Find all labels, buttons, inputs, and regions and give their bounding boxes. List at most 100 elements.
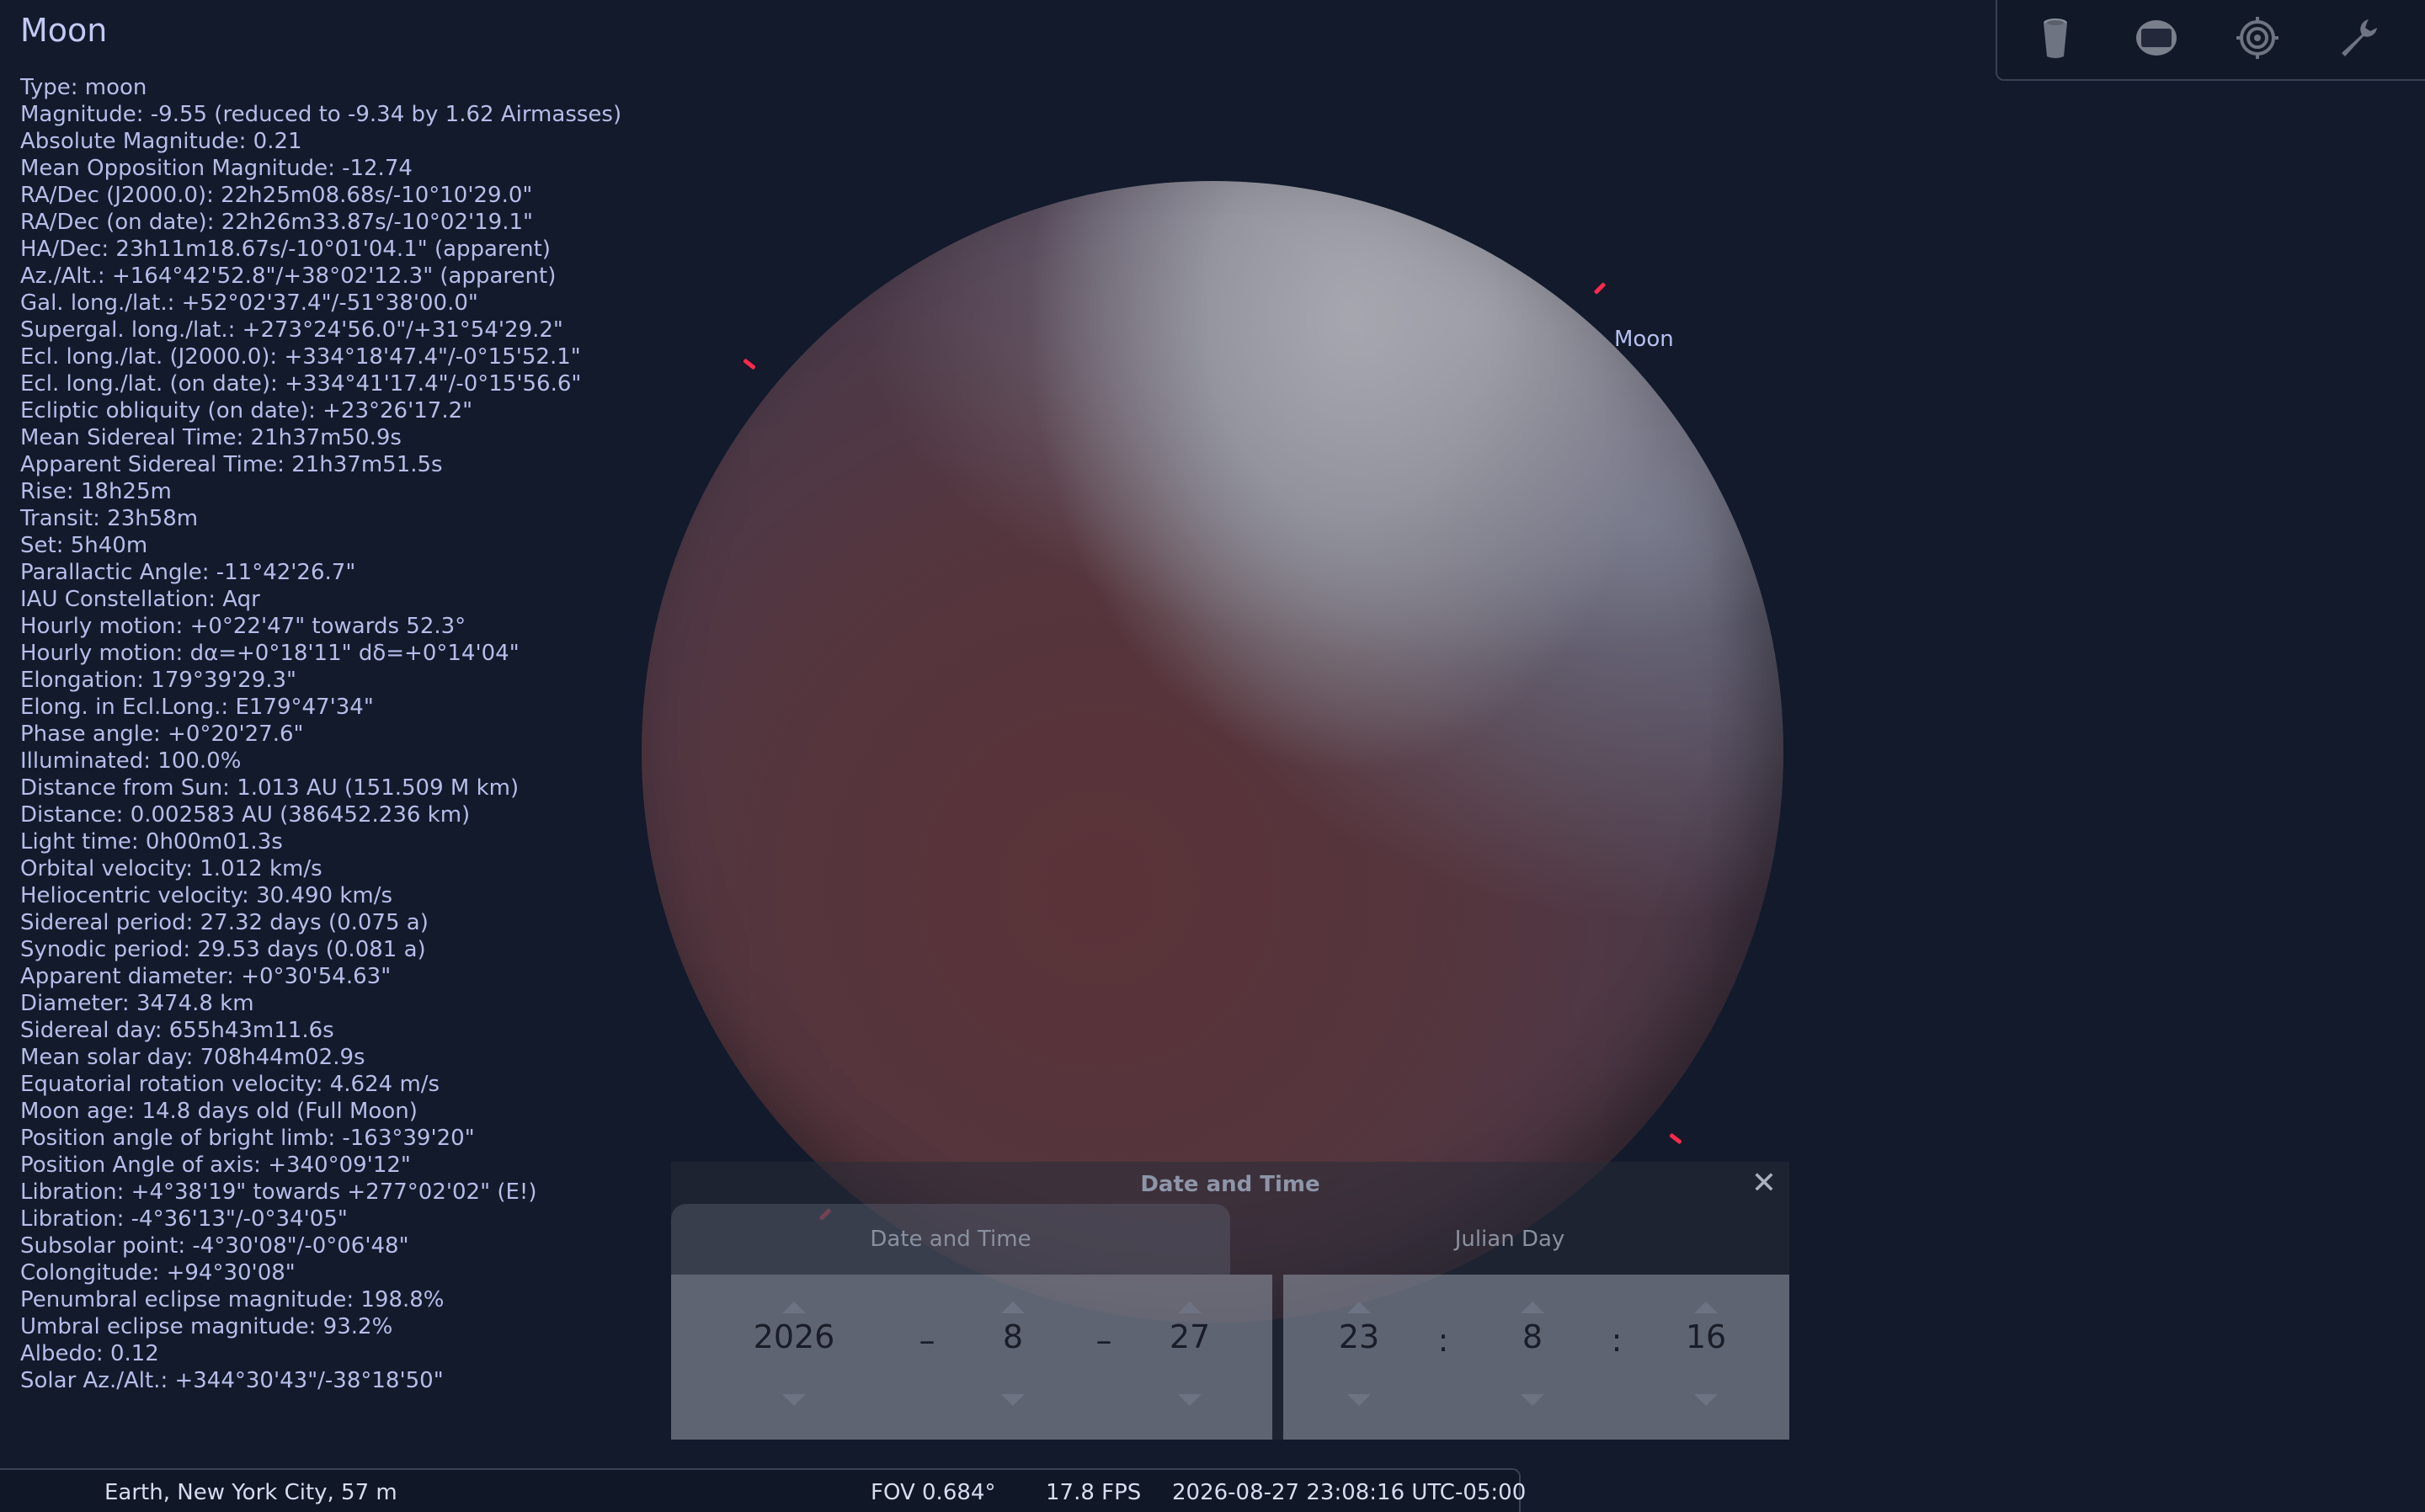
- info-line: Az./Alt.: +164°42'52.8"/+38°02'12.3" (ap…: [20, 264, 557, 289]
- time-separator: :: [1437, 1322, 1449, 1359]
- info-line: Absolute Magnitude: 0.21: [20, 129, 302, 154]
- info-line: Orbital velocity: 1.012 km/s: [20, 856, 322, 881]
- info-line: Hourly motion: +0°22'47" towards 52.3°: [20, 614, 466, 639]
- info-line: Subsolar point: -4°30'08"/-0°06'48": [20, 1233, 409, 1259]
- hour-spinner[interactable]: 23: [1317, 1275, 1401, 1440]
- info-line: Rise: 18h25m: [20, 479, 172, 504]
- second-value[interactable]: 16: [1664, 1318, 1748, 1355]
- info-line: Penumbral eclipse magnitude: 198.8%: [20, 1287, 445, 1312]
- info-line: Magnitude: -9.55 (reduced to -9.34 by 1.…: [20, 102, 622, 127]
- date-time-dialog: Date and Time ✕ Date and Time Julian Day…: [671, 1162, 1789, 1440]
- info-line: Elongation: 179°39'29.3": [20, 668, 297, 693]
- info-line: RA/Dec (J2000.0): 22h25m08.68s/-10°10'29…: [20, 183, 533, 208]
- object-title: Moon: [20, 12, 108, 49]
- date-spinners: 2026 – 8 – 27: [671, 1275, 1272, 1440]
- info-line: Ecl. long./lat. (on date): +334°41'17.4"…: [20, 371, 582, 397]
- info-line: Colongitude: +94°30'08": [20, 1260, 296, 1286]
- increment-arrow-icon[interactable]: [1001, 1302, 1025, 1313]
- info-line: Moon age: 14.8 days old (Full Moon): [20, 1099, 418, 1124]
- wrench-icon[interactable]: [2332, 12, 2385, 64]
- info-line: Solar Az./Alt.: +344°30'43"/-38°18'50": [20, 1368, 444, 1393]
- status-bar: Earth, New York City, 57 m FOV 0.684° 17…: [0, 1468, 1526, 1512]
- decrement-arrow-icon[interactable]: [1178, 1394, 1202, 1406]
- selection-marker: [743, 358, 756, 370]
- top-toolbar: [1996, 0, 2425, 81]
- selection-marker: [1593, 282, 1607, 295]
- minute-spinner[interactable]: 8: [1490, 1275, 1575, 1440]
- info-line: Gal. long./lat.: +52°02'37.4"/-51°38'00.…: [20, 290, 478, 316]
- info-line: Type: moon: [20, 75, 147, 100]
- decrement-arrow-icon[interactable]: [782, 1394, 806, 1406]
- month-spinner[interactable]: 8: [971, 1275, 1055, 1440]
- day-value[interactable]: 27: [1148, 1318, 1232, 1355]
- increment-arrow-icon[interactable]: [1347, 1302, 1371, 1313]
- increment-arrow-icon[interactable]: [1521, 1302, 1544, 1313]
- tab-julian-day[interactable]: Julian Day: [1230, 1204, 1789, 1275]
- object-info-list: Type: moon Magnitude: -9.55 (reduced to -…: [20, 74, 621, 1394]
- info-line: RA/Dec (on date): 22h26m33.87s/-10°02'19…: [20, 210, 533, 235]
- moon-disk[interactable]: [642, 181, 1783, 1323]
- info-line: Mean Opposition Magnitude: -12.74: [20, 156, 413, 181]
- increment-arrow-icon[interactable]: [1694, 1302, 1718, 1313]
- info-line: Apparent diameter: +0°30'54.63": [20, 964, 392, 989]
- close-icon[interactable]: ✕: [1749, 1169, 1779, 1199]
- info-line: Libration: +4°38'19" towards +277°02'02"…: [20, 1179, 537, 1205]
- info-line: Diameter: 3474.8 km: [20, 991, 254, 1016]
- target-icon[interactable]: [2231, 12, 2284, 64]
- info-line: Apparent Sidereal Time: 21h37m51.5s: [20, 452, 443, 477]
- info-line: Libration: -4°36'13"/-0°34'05": [20, 1206, 348, 1232]
- bin-icon[interactable]: [2029, 12, 2081, 64]
- info-line: Illuminated: 100.0%: [20, 748, 242, 774]
- tab-date-and-time[interactable]: Date and Time: [671, 1204, 1230, 1275]
- fov-text: FOV 0.684°: [871, 1480, 996, 1505]
- minute-value[interactable]: 8: [1490, 1318, 1575, 1355]
- info-line: Light time: 0h00m01.3s: [20, 829, 283, 854]
- info-line: Position angle of bright limb: -163°39'2…: [20, 1126, 475, 1151]
- info-line: Synodic period: 29.53 days (0.081 a): [20, 937, 426, 962]
- decrement-arrow-icon[interactable]: [1347, 1394, 1371, 1406]
- date-separator: –: [1095, 1322, 1112, 1359]
- time-spinners: 23 : 8 : 16: [1283, 1275, 1789, 1440]
- decrement-arrow-icon[interactable]: [1694, 1394, 1718, 1406]
- selection-marker: [1669, 1132, 1682, 1145]
- month-value[interactable]: 8: [971, 1318, 1055, 1355]
- info-line: Elong. in Ecl.Long.: E179°47'34": [20, 695, 374, 720]
- year-spinner[interactable]: 2026: [752, 1275, 836, 1440]
- date-separator: –: [919, 1322, 935, 1359]
- info-line: Set: 5h40m: [20, 533, 148, 558]
- info-line: Parallactic Angle: -11°42'26.7": [20, 560, 356, 585]
- info-line: Supergal. long./lat.: +273°24'56.0"/+31°…: [20, 317, 563, 343]
- info-line: Mean solar day: 708h44m02.9s: [20, 1045, 365, 1070]
- info-line: Mean Sidereal Time: 21h37m50.9s: [20, 425, 402, 450]
- info-line: Heliocentric velocity: 30.490 km/s: [20, 883, 393, 908]
- hour-value[interactable]: 23: [1317, 1318, 1401, 1355]
- fps-text: 17.8 FPS: [1046, 1480, 1142, 1505]
- info-line: Hourly motion: dα=+0°18'11" dδ=+0°14'04": [20, 641, 520, 666]
- info-line: Umbral eclipse magnitude: 93.2%: [20, 1314, 393, 1339]
- dialog-title: Date and Time: [1140, 1172, 1320, 1197]
- info-line: Distance: 0.002583 AU (386452.236 km): [20, 802, 471, 828]
- datetime-text[interactable]: 2026-08-27 23:08:16 UTC-05:00: [1172, 1480, 1526, 1505]
- increment-arrow-icon[interactable]: [782, 1302, 806, 1313]
- info-line: Ecliptic obliquity (on date): +23°26'17.…: [20, 398, 473, 423]
- day-spinner[interactable]: 27: [1148, 1275, 1232, 1440]
- time-separator: :: [1611, 1322, 1623, 1359]
- moon-sky-label: Moon: [1614, 327, 1674, 352]
- location-text[interactable]: Earth, New York City, 57 m: [104, 1480, 397, 1505]
- info-line: Position Angle of axis: +340°09'12": [20, 1153, 411, 1178]
- info-line: Distance from Sun: 1.013 AU (151.509 M k…: [20, 775, 520, 801]
- decrement-arrow-icon[interactable]: [1521, 1394, 1544, 1406]
- screen-icon[interactable]: [2130, 12, 2182, 64]
- info-line: Transit: 23h58m: [20, 506, 199, 531]
- info-line: Sidereal period: 27.32 days (0.075 a): [20, 910, 429, 935]
- info-line: HA/Dec: 23h11m18.67s/-10°01'04.1" (appar…: [20, 237, 551, 262]
- info-line: IAU Constellation: Aqr: [20, 587, 260, 612]
- decrement-arrow-icon[interactable]: [1001, 1394, 1025, 1406]
- second-spinner[interactable]: 16: [1664, 1275, 1748, 1440]
- increment-arrow-icon[interactable]: [1178, 1302, 1202, 1313]
- info-line: Albedo: 0.12: [20, 1341, 159, 1366]
- info-line: Phase angle: +0°20'27.6": [20, 721, 304, 747]
- info-line: Sidereal day: 655h43m11.6s: [20, 1018, 334, 1043]
- info-line: Ecl. long./lat. (J2000.0): +334°18'47.4"…: [20, 344, 581, 370]
- year-value[interactable]: 2026: [752, 1318, 836, 1355]
